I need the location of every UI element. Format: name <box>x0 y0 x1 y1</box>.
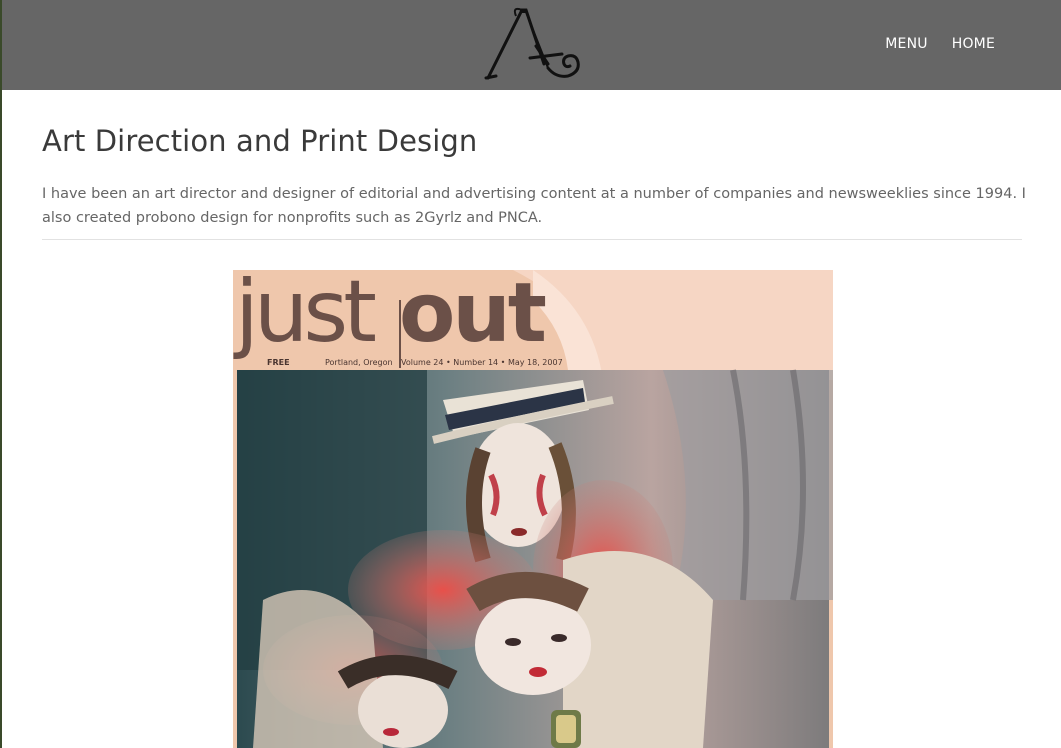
page: MENU HOME Art Direction and Print Design… <box>0 0 1061 748</box>
site-header: MENU HOME <box>2 0 1061 90</box>
logo-home-link[interactable] <box>482 6 590 84</box>
intro-paragraph: I have been an art director and designer… <box>42 186 1026 226</box>
masthead-free-label: FREE <box>267 358 290 367</box>
masthead-just: just <box>235 270 377 362</box>
masthead-out: out <box>399 270 547 361</box>
content-divider <box>42 239 1022 240</box>
top-nav: MENU HOME <box>885 36 995 52</box>
home-link[interactable]: HOME <box>952 36 995 52</box>
menu-link[interactable]: MENU <box>885 36 927 52</box>
masthead-issue: Volume 24 • Number 14 • May 18, 2007 <box>401 358 563 367</box>
logo-monogram-icon <box>484 7 580 80</box>
page-title: Art Direction and Print Design <box>42 124 478 158</box>
window-left-edge <box>0 0 2 748</box>
masthead-city: Portland, Oregon <box>325 358 393 367</box>
magazine-cover-image[interactable]: just out FREE Portland, Oregon Volume 24… <box>233 270 833 748</box>
